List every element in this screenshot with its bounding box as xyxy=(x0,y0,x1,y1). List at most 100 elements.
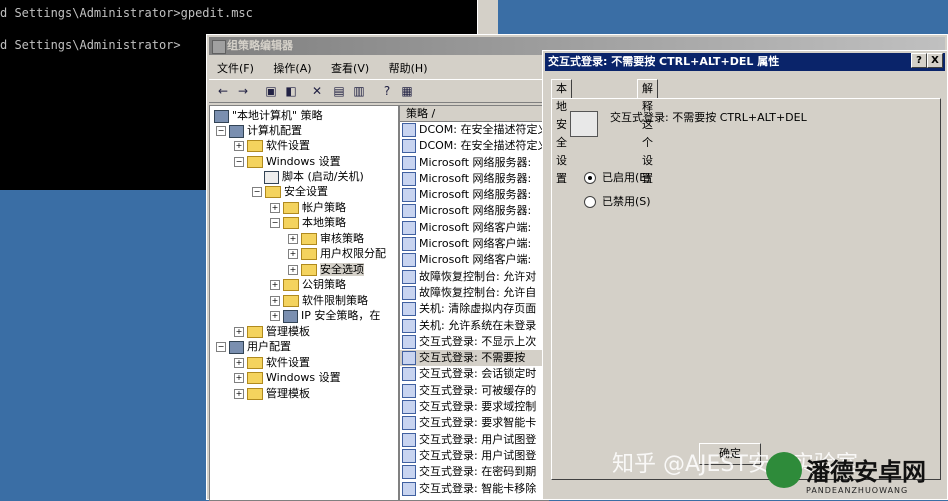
folder-icon xyxy=(283,295,299,307)
properties-dialog: 交互式登录: 不需要按 CTRL+ALT+DEL 属性 ? X 本地安全设置 解… xyxy=(542,50,948,500)
tree-item-ip-security[interactable]: + IP 安全策略，在 xyxy=(270,308,380,323)
list-item[interactable]: 交互式登录: 不显示上次 xyxy=(400,334,548,350)
collapse-icon[interactable]: − xyxy=(216,342,226,352)
list-item[interactable]: 交互式登录: 不需要按 xyxy=(400,350,548,367)
tree-item-local-policy[interactable]: "本地计算机" 策略 xyxy=(214,108,323,123)
properties-icon[interactable]: ▤ xyxy=(331,83,347,99)
list-item[interactable]: 交互式登录: 会话锁定时 xyxy=(400,366,548,382)
collapse-icon[interactable]: − xyxy=(252,187,262,197)
expand-icon[interactable]: + xyxy=(270,280,280,290)
tree-item-user-windows-settings[interactable]: + Windows 设置 xyxy=(234,370,341,385)
show-tree-icon[interactable]: ◧ xyxy=(283,83,299,99)
folder-icon xyxy=(283,217,299,229)
list-item[interactable]: 关机: 允许系统在未登录 xyxy=(400,318,548,334)
tree-item-security-settings[interactable]: − 安全设置 xyxy=(252,184,328,199)
delete-icon[interactable]: ✕ xyxy=(309,83,325,99)
tree-item-security-options[interactable]: + 安全选项 xyxy=(288,262,364,277)
tree-item-user-config[interactable]: − 用户配置 xyxy=(216,339,291,354)
expand-icon[interactable]: + xyxy=(234,141,244,151)
enabled-option[interactable]: 已启用(E) xyxy=(584,169,651,185)
expand-icon[interactable]: + xyxy=(234,373,244,383)
tree-item-computer-config[interactable]: − 计算机配置 xyxy=(216,123,302,138)
list-item[interactable]: DCOM: 在安全描述符定义 xyxy=(400,122,548,138)
list-item[interactable]: Microsoft 网络服务器: xyxy=(400,187,548,203)
radio-disabled[interactable] xyxy=(584,196,596,208)
policy-item-icon xyxy=(402,334,416,349)
dialog-titlebar[interactable]: 交互式登录: 不需要按 CTRL+ALT+DEL 属性 xyxy=(545,53,945,71)
folder-icon xyxy=(301,233,317,245)
expand-icon[interactable]: + xyxy=(288,265,298,275)
collapse-icon[interactable]: − xyxy=(270,218,280,228)
list-item[interactable]: 交互式登录: 智能卡移除 xyxy=(400,481,548,497)
menu-action[interactable]: 操作(A) xyxy=(265,57,319,79)
tab-local-security-setting[interactable]: 本地安全设置 xyxy=(551,79,572,185)
expand-icon[interactable]: + xyxy=(270,296,280,306)
list-item[interactable]: 交互式登录: 要求智能卡 xyxy=(400,415,548,431)
policy-item-icon xyxy=(402,448,416,463)
folder-icon xyxy=(301,264,317,276)
list-item[interactable]: 故障恢复控制台: 允许自 xyxy=(400,285,548,301)
export-list-icon[interactable]: ▥ xyxy=(351,83,367,99)
expand-icon[interactable]: + xyxy=(234,358,244,368)
tree-item-software-restriction[interactable]: + 软件限制策略 xyxy=(270,293,368,308)
tree-item-admin-templates[interactable]: + 管理模板 xyxy=(234,324,310,339)
list-item[interactable]: Microsoft 网络服务器: xyxy=(400,155,548,171)
expand-icon[interactable]: + xyxy=(288,234,298,244)
tree-item-user-rights[interactable]: + 用户权限分配 xyxy=(288,246,386,261)
menu-view[interactable]: 查看(V) xyxy=(323,57,377,79)
collapse-icon[interactable]: − xyxy=(234,157,244,167)
help-icon[interactable]: ? xyxy=(379,83,395,99)
folder-icon xyxy=(283,202,299,214)
list-item[interactable]: Microsoft 网络客户端: xyxy=(400,252,548,268)
tree-item-public-key[interactable]: + 公钥策略 xyxy=(270,277,346,292)
policy-icon xyxy=(214,109,229,123)
list-item[interactable]: 关机: 清除虚拟内存页面 xyxy=(400,301,548,317)
list-item[interactable]: Microsoft 网络客户端: xyxy=(400,220,548,236)
expand-icon[interactable]: + xyxy=(270,311,280,321)
list-item[interactable]: 交互式登录: 要求域控制 xyxy=(400,399,548,415)
policy-item-icon xyxy=(402,171,416,186)
radio-enabled[interactable] xyxy=(584,172,596,184)
policy-list[interactable]: 策略 / DCOM: 在安全描述符定义 DCOM: 在安全描述符定义 Microso… xyxy=(399,105,549,501)
tree-item-scripts[interactable]: 脚本 (启动/关机) xyxy=(264,169,364,184)
folder-icon xyxy=(247,388,263,400)
expand-icon[interactable]: + xyxy=(270,203,280,213)
expand-icon[interactable]: + xyxy=(288,249,298,259)
list-item[interactable]: Microsoft 网络服务器: xyxy=(400,203,548,219)
tree-item-account-policies[interactable]: + 帐户策略 xyxy=(270,200,346,215)
view-icon[interactable]: ▦ xyxy=(399,83,415,99)
collapse-icon[interactable]: − xyxy=(216,126,226,136)
list-item[interactable]: DCOM: 在安全描述符定义 xyxy=(400,138,548,154)
tree-item-windows-settings[interactable]: − Windows 设置 xyxy=(234,154,341,169)
list-item[interactable]: 交互式登录: 在密码到期 xyxy=(400,464,548,480)
forward-arrow-icon[interactable]: → xyxy=(235,83,251,99)
tab-explain-setting[interactable]: 解释这个设置 xyxy=(637,79,658,185)
policy-tree[interactable]: "本地计算机" 策略 − 计算机配置 + 软件设置 − Windows 设置 脚本 (… xyxy=(209,105,399,501)
list-item[interactable]: Microsoft 网络服务器: xyxy=(400,171,548,187)
expand-icon[interactable]: + xyxy=(234,389,244,399)
policy-name: 交互式登录: 不需要按 CTRL+ALT+DEL xyxy=(610,111,807,124)
expand-icon[interactable]: + xyxy=(234,327,244,337)
list-item[interactable]: 交互式登录: 用户试图登 xyxy=(400,432,548,448)
list-item[interactable]: 故障恢复控制台: 允许对 xyxy=(400,269,548,285)
tree-item-user-admin-templates[interactable]: + 管理模板 xyxy=(234,386,310,401)
menu-help[interactable]: 帮助(H) xyxy=(381,57,436,79)
policy-item-icon xyxy=(402,253,416,268)
up-folder-icon[interactable]: ▣ xyxy=(263,83,279,99)
close-button[interactable]: X xyxy=(927,53,943,68)
policy-item-icon xyxy=(402,188,416,203)
policy-item-icon xyxy=(402,220,416,235)
column-header-policy[interactable]: 策略 / xyxy=(400,106,548,122)
list-item[interactable]: Microsoft 网络客户端: xyxy=(400,236,548,252)
console-line: d Settings\Administrator> xyxy=(0,38,181,52)
tree-item-local-policies[interactable]: − 本地策略 xyxy=(270,215,346,230)
help-button[interactable]: ? xyxy=(911,53,927,68)
disabled-option[interactable]: 已禁用(S) xyxy=(584,193,651,209)
tree-item-software-settings[interactable]: + 软件设置 xyxy=(234,138,310,153)
tree-item-user-software-settings[interactable]: + 软件设置 xyxy=(234,355,310,370)
menu-file[interactable]: 文件(F) xyxy=(209,57,262,79)
list-item[interactable]: 交互式登录: 用户试图登 xyxy=(400,448,548,464)
list-item[interactable]: 交互式登录: 可被缓存的 xyxy=(400,383,548,399)
tree-item-audit-policy[interactable]: + 审核策略 xyxy=(288,231,364,246)
back-arrow-icon[interactable]: ← xyxy=(215,83,231,99)
